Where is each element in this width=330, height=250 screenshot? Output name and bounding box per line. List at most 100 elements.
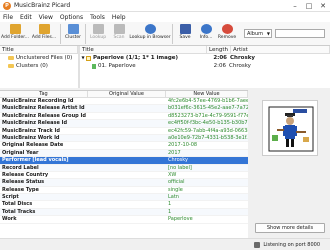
new-value-cell: [no label] <box>168 164 192 171</box>
new-value-cell: 1 <box>168 208 172 215</box>
table-row[interactable]: Record Label [no label] <box>0 164 248 172</box>
left-pane-header: Title <box>0 46 78 54</box>
folder-icon <box>8 56 14 60</box>
length-column-header[interactable]: Length <box>207 46 231 53</box>
table-row[interactable]: MusicBrainz Track Id ec42fc59-7abb-4f4a-a… <box>0 128 248 135</box>
new-value-cell: 1 <box>168 201 172 208</box>
table-row[interactable]: Release Country XW <box>0 171 248 180</box>
tag-cell: Original Release Date <box>2 142 64 149</box>
track-title: 01. Paperlove <box>98 63 136 69</box>
cover-art-pane: Show more details <box>250 90 330 238</box>
tag-cell: Release Type <box>2 186 39 193</box>
metadata-rows: MusicBrainz Recording Id 4fc2e6b4-57ee-47… <box>0 98 248 224</box>
remove-icon <box>221 24 233 34</box>
table-row[interactable]: MusicBrainz Release Group Id d8523273-b71… <box>0 113 248 121</box>
new-value-cell: official <box>168 179 185 186</box>
new-value-cell: 2017-10-08 <box>168 142 198 149</box>
tag-column-header[interactable]: Tag <box>0 91 88 97</box>
menu-view[interactable]: View <box>39 14 53 21</box>
album-pane: ▼ Paperlove (1/1; 1* 1 image) 2:06 Chros… <box>80 54 330 88</box>
remove-button[interactable]: Remove <box>218 22 236 40</box>
list-item[interactable]: Clusters (0) <box>0 62 78 70</box>
lookup-button[interactable]: Lookup <box>89 22 107 40</box>
track-match-icon <box>92 63 96 69</box>
album-artist: Chrosky <box>230 55 255 61</box>
table-row[interactable]: MusicBrainz Release Id ec4ff50f-f3bc-4e50… <box>0 120 248 128</box>
table-row[interactable]: MusicBrainz Work Id a0e10e9-72b7-4331-b53… <box>0 134 248 143</box>
menu-file[interactable]: File <box>3 14 13 21</box>
left-title-column[interactable]: Title <box>0 46 78 53</box>
chevron-down-icon: ▼ <box>266 31 270 36</box>
save-button[interactable]: Save <box>176 22 194 40</box>
table-row[interactable]: Work Paperlove <box>0 216 248 224</box>
table-row[interactable]: Performer [lead vocals] Chrosky <box>0 157 248 165</box>
original-value-cell <box>88 209 166 215</box>
cover-art-illustration <box>263 101 317 155</box>
tag-cell: MusicBrainz Work Id <box>2 134 60 141</box>
original-value-cell <box>88 194 166 200</box>
table-row[interactable]: Release Type single <box>0 186 248 195</box>
new-value-cell: b031ef6c-3615-45e2-aae7-7a7210... <box>168 105 248 112</box>
search-type-value: Album <box>247 31 264 37</box>
cluster-icon <box>67 24 79 34</box>
add-folder-icon <box>9 24 21 34</box>
remove-label: Remove <box>217 35 237 40</box>
artist-column-header[interactable]: Artist <box>231 46 330 53</box>
original-value-column-header[interactable]: Original Value <box>88 91 166 97</box>
original-value-cell <box>88 179 166 185</box>
new-value-cell: a0e10e9-72b7-4331-b538-3e1f... <box>168 134 248 141</box>
tag-cell: Release Status <box>2 179 45 186</box>
tag-cell: Original Year <box>2 149 39 156</box>
cluster-button[interactable]: Cluster <box>64 22 82 40</box>
tag-cell: Release Country <box>2 171 49 178</box>
menu-bar: File Edit View Options Tools Help <box>0 12 330 22</box>
new-value-cell: 4fc2e6b4-57ee-4769-b1b6-7aeeb... <box>168 98 248 104</box>
original-value-cell <box>88 105 166 111</box>
new-value-cell: XW <box>168 171 177 178</box>
close-window-button[interactable]: ✕ <box>316 0 330 12</box>
add-files-button[interactable]: Add Files... <box>31 22 57 40</box>
album-row[interactable]: ▼ Paperlove (1/1; 1* 1 image) 2:06 Chros… <box>80 54 330 62</box>
track-artist: Chrosky <box>229 63 251 69</box>
title-bar: P MusicBrainz Picard – □ ✕ <box>0 0 330 12</box>
maximize-button[interactable]: □ <box>302 0 316 12</box>
info-button[interactable]: Info... <box>197 22 215 40</box>
toolbar-separator <box>60 24 61 44</box>
original-value-cell <box>88 142 166 148</box>
search-type-select[interactable]: Album ▼ <box>244 29 272 38</box>
original-value-cell <box>88 128 166 134</box>
table-row[interactable]: MusicBrainz Recording Id 4fc2e6b4-57ee-47… <box>0 98 248 106</box>
title-column-header[interactable]: Title <box>80 46 207 53</box>
menu-help[interactable]: Help <box>112 14 126 21</box>
scan-button[interactable]: Scan <box>110 22 128 40</box>
new-value-cell: Paperlove <box>168 216 193 223</box>
new-value-cell: ec4ff50f-f3bc-4e50-b135-b30b7... <box>168 120 248 127</box>
menu-tools[interactable]: Tools <box>90 14 105 21</box>
menu-options[interactable]: Options <box>60 14 83 21</box>
table-row[interactable]: Original Release Date 2017-10-08 <box>0 142 248 150</box>
save-label: Save <box>179 35 191 40</box>
new-value-column-header[interactable]: New Value <box>166 91 248 97</box>
table-row[interactable]: Total Discs 1 <box>0 201 248 209</box>
lookup-in-browser-button[interactable]: Lookup in Browser <box>129 22 171 40</box>
menu-edit[interactable]: Edit <box>20 14 32 21</box>
save-icon <box>179 24 191 34</box>
new-value-cell: Chrosky <box>168 157 188 164</box>
table-row[interactable]: Original Year 2017 <box>0 149 248 158</box>
original-value-cell <box>88 135 166 141</box>
table-row[interactable]: Script Latn <box>0 194 248 202</box>
cover-art-image <box>262 100 318 156</box>
table-row[interactable]: Total Tracks 1 <box>0 208 248 217</box>
original-value-cell <box>88 172 166 178</box>
search-input[interactable] <box>275 29 325 38</box>
table-row[interactable]: Release Status official <box>0 179 248 187</box>
table-row[interactable]: MusicBrainz Release Artist Id b031ef6c-36… <box>0 105 248 113</box>
list-item[interactable]: Unclustered Files (0) <box>0 54 78 62</box>
add-folder-button[interactable]: Add Folder... <box>1 22 29 40</box>
track-row[interactable]: 01. Paperlove 2:06 Chrosky <box>80 62 330 70</box>
metadata-header: Tag Original Value New Value <box>0 91 248 98</box>
show-more-details-button[interactable]: Show more details <box>255 223 325 233</box>
lookup-label: Lookup <box>89 35 107 40</box>
status-bar: Listening on port 8000 <box>0 238 330 250</box>
minimize-button[interactable]: – <box>288 0 302 12</box>
